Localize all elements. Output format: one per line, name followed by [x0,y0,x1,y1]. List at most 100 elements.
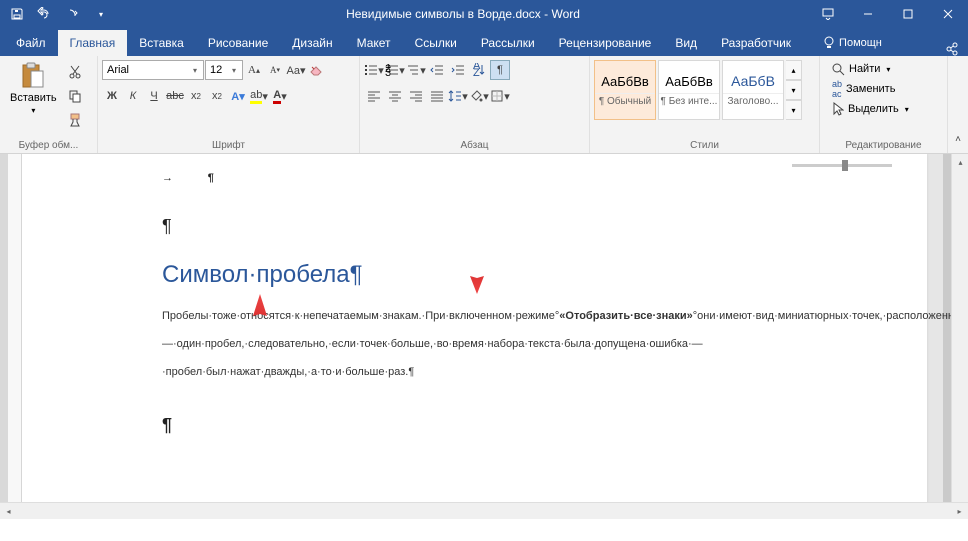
body-before: Пробелы·тоже·относятся·к·непечатаемым·зн… [162,310,559,322]
font-name-value: Arial [107,64,129,76]
line-spacing-button[interactable]: ▾ [448,86,468,106]
subscript-button[interactable]: x2 [186,86,206,106]
font-name-combo[interactable]: Arial ▾ [102,60,204,80]
align-justify-button[interactable] [427,86,447,106]
body-bold: «Отобразить·все·знаки» [559,310,692,322]
tab-view[interactable]: Вид [663,30,709,56]
show-marks-button[interactable]: ¶ [490,60,510,80]
style-no-spacing[interactable]: АаБбВв ¶ Без инте... [658,60,720,120]
replace-label: Заменить [846,83,895,95]
italic-button[interactable]: К [123,86,143,106]
change-case-button[interactable]: Aa▾ [286,60,306,80]
shading-button[interactable]: ▾ [469,86,489,106]
maximize-icon [903,9,913,19]
clear-format-button[interactable] [307,60,327,80]
group-clipboard: Вставить ▾ Буфер обм... [0,56,98,153]
copy-button[interactable] [65,86,85,106]
align-right-button[interactable] [406,86,426,106]
font-name-dd[interactable]: ▾ [189,66,201,75]
bold-button[interactable]: Ж [102,86,122,106]
font-color-button[interactable]: A▾ [270,86,290,106]
minimize-button[interactable] [848,0,888,28]
zoom-slider[interactable] [792,164,892,167]
tab-layout[interactable]: Макет [345,30,403,56]
tab-mailings[interactable]: Рассылки [469,30,547,56]
minimize-icon [863,9,873,19]
bullets-button[interactable]: ▾ [364,60,384,80]
format-painter-button[interactable] [65,110,85,130]
font-size-combo[interactable]: 12▾ [205,60,243,80]
cut-button[interactable] [65,62,85,82]
annotation-arrow-down [467,214,487,294]
font-size-dd[interactable]: ▾ [228,66,240,75]
borders-button[interactable]: ▾ [490,86,510,106]
strike-button[interactable]: abc [165,86,185,106]
align-center-button[interactable] [385,86,405,106]
close-button[interactable] [928,0,968,28]
shadow-right [943,154,951,519]
style-normal[interactable]: АаБбВв ¶ Обычный [594,60,656,120]
superscript-button[interactable]: x2 [207,86,227,106]
tab-references[interactable]: Ссылки [403,30,469,56]
ribbon-options-button[interactable] [808,0,848,28]
tab-draw[interactable]: Рисование [196,30,280,56]
maximize-button[interactable] [888,0,928,28]
find-button[interactable]: Найти▾ [828,60,913,78]
styles-more[interactable]: ▴▾▾ [786,60,802,120]
style-label-1: ¶ Без инте... [659,93,719,107]
undo-button[interactable] [32,2,58,26]
styles-gallery: АаБбВв ¶ Обычный АаБбВв ¶ Без инте... Аа… [594,60,802,120]
multilevel-button[interactable]: ▾ [406,60,426,80]
quick-access-toolbar: ▾ [0,2,118,26]
save-button[interactable] [4,2,30,26]
hscroll-left[interactable]: ◂ [0,503,17,520]
tab-developer[interactable]: Разработчик [709,30,803,56]
tab-review[interactable]: Рецензирование [547,30,664,56]
hscroll-right[interactable]: ▸ [951,503,968,520]
find-label: Найти [849,63,880,75]
tab-design[interactable]: Дизайн [280,30,344,56]
vertical-scrollbar[interactable]: ▴ ▾ [951,154,968,519]
tell-me[interactable]: Помощн [811,30,894,56]
sort-button[interactable]: AZ [469,60,489,80]
numbering-button[interactable]: 123▾ [385,60,405,80]
group-styles-label: Стили [594,138,815,153]
share-button[interactable] [936,42,968,56]
style-heading1[interactable]: АаБбВ Заголово... [722,60,784,120]
dec-indent-button[interactable] [427,60,447,80]
title-bar: ▾ Невидимые символы в Ворде.docx - Word [0,0,968,28]
doc-body: Пробелы·тоже·относятся·к·непечатаемым·зн… [162,301,905,385]
shadow-left [0,154,8,519]
qat-customize[interactable]: ▾ [88,2,114,26]
highlight-button[interactable]: ab▾ [249,86,269,106]
align-right-icon [409,90,423,102]
style-preview-2: АаБбВ [731,73,775,89]
redo-button[interactable] [60,2,86,26]
hscroll-track[interactable] [17,503,951,520]
inc-indent-button[interactable] [448,60,468,80]
collapse-ribbon-button[interactable]: ˄ [948,129,968,149]
replace-button[interactable]: abac Заменить [828,80,913,98]
tab-file[interactable]: Файл [4,30,58,56]
align-left-button[interactable] [364,86,384,106]
tab-insert[interactable]: Вставка [127,30,196,56]
text-effects-button[interactable]: A▾ [228,86,248,106]
underline-button[interactable]: Ч [144,86,164,106]
horizontal-scrollbar[interactable]: ◂ ▸ [0,502,968,519]
redo-icon [66,7,80,21]
group-editing-label: Редактирование [824,138,943,153]
select-button[interactable]: Выделить▾ [828,100,913,118]
shrink-font-button[interactable]: A▾ [265,60,285,80]
tab-home[interactable]: Главная [58,30,128,56]
scroll-up-button[interactable]: ▴ [952,154,968,171]
tab-char: → [162,172,173,184]
share-icon [945,42,959,56]
doc-heading: Символ·пробела¶ [162,261,905,289]
grow-font-button[interactable]: A▴ [244,60,264,80]
brush-icon [68,113,82,127]
style-preview-1: АаБбВв [665,74,713,89]
page-scroll[interactable]: → ¶ ¶ Символ·пробела¶ Пробелы·тоже·относ… [22,154,951,519]
search-icon [832,63,845,76]
numbering-icon: 123 [385,64,399,76]
paste-button[interactable]: Вставить ▾ [4,60,63,117]
